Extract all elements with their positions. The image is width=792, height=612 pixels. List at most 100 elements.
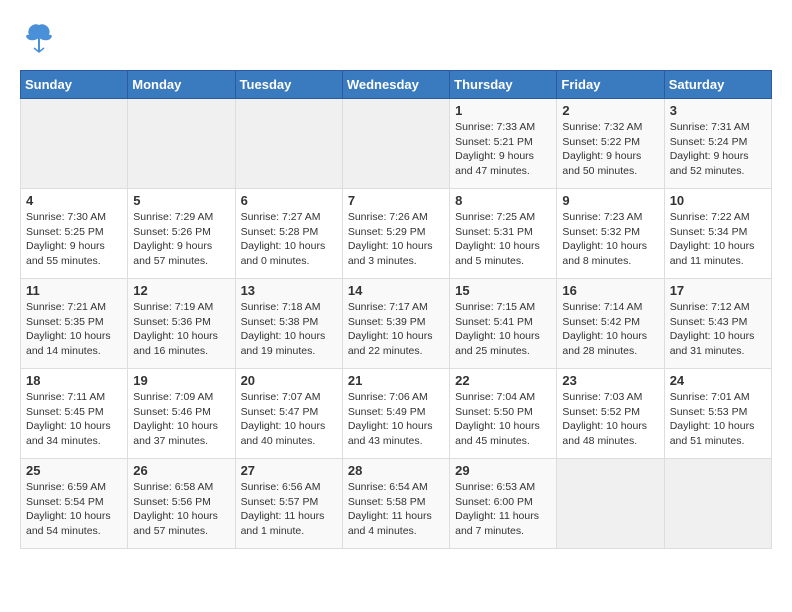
day-info: Sunrise: 7:03 AM Sunset: 5:52 PM Dayligh… — [562, 390, 658, 449]
calendar-cell — [21, 99, 128, 189]
day-number: 27 — [241, 463, 337, 478]
day-info: Sunrise: 7:27 AM Sunset: 5:28 PM Dayligh… — [241, 210, 337, 269]
calendar-cell: 22 Sunrise: 7:04 AM Sunset: 5:50 PM Dayli… — [450, 369, 557, 459]
calendar-cell: 10 Sunrise: 7:22 AM Sunset: 5:34 PM Dayli… — [664, 189, 771, 279]
calendar-cell — [128, 99, 235, 189]
day-number: 2 — [562, 103, 658, 118]
day-info: Sunrise: 7:31 AM Sunset: 5:24 PM Dayligh… — [670, 120, 766, 179]
day-info: Sunrise: 7:07 AM Sunset: 5:47 PM Dayligh… — [241, 390, 337, 449]
day-number: 16 — [562, 283, 658, 298]
column-header-sunday: Sunday — [21, 71, 128, 99]
day-number: 25 — [26, 463, 122, 478]
day-number: 11 — [26, 283, 122, 298]
calendar-cell: 2 Sunrise: 7:32 AM Sunset: 5:22 PM Daylig… — [557, 99, 664, 189]
calendar-cell: 15 Sunrise: 7:15 AM Sunset: 5:41 PM Dayli… — [450, 279, 557, 369]
day-info: Sunrise: 7:21 AM Sunset: 5:35 PM Dayligh… — [26, 300, 122, 359]
day-number: 6 — [241, 193, 337, 208]
day-info: Sunrise: 7:15 AM Sunset: 5:41 PM Dayligh… — [455, 300, 551, 359]
day-number: 1 — [455, 103, 551, 118]
calendar-cell: 3 Sunrise: 7:31 AM Sunset: 5:24 PM Daylig… — [664, 99, 771, 189]
day-info: Sunrise: 7:11 AM Sunset: 5:45 PM Dayligh… — [26, 390, 122, 449]
logo — [20, 20, 54, 60]
calendar-cell: 18 Sunrise: 7:11 AM Sunset: 5:45 PM Dayli… — [21, 369, 128, 459]
calendar-week-row: 11 Sunrise: 7:21 AM Sunset: 5:35 PM Dayli… — [21, 279, 772, 369]
day-info: Sunrise: 7:12 AM Sunset: 5:43 PM Dayligh… — [670, 300, 766, 359]
calendar-cell — [664, 459, 771, 549]
calendar-cell: 14 Sunrise: 7:17 AM Sunset: 5:39 PM Dayli… — [342, 279, 449, 369]
page-header — [20, 20, 772, 60]
day-number: 13 — [241, 283, 337, 298]
calendar-week-row: 25Sunrise: 6:59 AM Sunset: 5:54 PM Dayli… — [21, 459, 772, 549]
column-header-friday: Friday — [557, 71, 664, 99]
day-info: Sunrise: 7:25 AM Sunset: 5:31 PM Dayligh… — [455, 210, 551, 269]
calendar-cell: 29 Sunrise: 6:53 AM Sunset: 6:00 PM Dayli… — [450, 459, 557, 549]
day-info: Sunrise: 7:01 AM Sunset: 5:53 PM Dayligh… — [670, 390, 766, 449]
calendar-cell: 5Sunrise: 7:29 AM Sunset: 5:26 PM Daylig… — [128, 189, 235, 279]
day-info: Sunrise: 7:04 AM Sunset: 5:50 PM Dayligh… — [455, 390, 551, 449]
day-number: 28 — [348, 463, 444, 478]
calendar-cell: 23 Sunrise: 7:03 AM Sunset: 5:52 PM Dayli… — [557, 369, 664, 459]
calendar-cell: 27 Sunrise: 6:56 AM Sunset: 5:57 PM Dayli… — [235, 459, 342, 549]
day-number: 3 — [670, 103, 766, 118]
calendar-cell: 20 Sunrise: 7:07 AM Sunset: 5:47 PM Dayli… — [235, 369, 342, 459]
calendar-cell: 16Sunrise: 7:14 AM Sunset: 5:42 PM Dayli… — [557, 279, 664, 369]
column-header-monday: Monday — [128, 71, 235, 99]
day-info: Sunrise: 7:18 AM Sunset: 5:38 PM Dayligh… — [241, 300, 337, 359]
calendar-cell: 24 Sunrise: 7:01 AM Sunset: 5:53 PM Dayli… — [664, 369, 771, 459]
day-number: 5 — [133, 193, 229, 208]
day-info: Sunrise: 7:17 AM Sunset: 5:39 PM Dayligh… — [348, 300, 444, 359]
day-number: 8 — [455, 193, 551, 208]
calendar-cell: 1Sunrise: 7:33 AM Sunset: 5:21 PM Daylig… — [450, 99, 557, 189]
calendar-week-row: 1Sunrise: 7:33 AM Sunset: 5:21 PM Daylig… — [21, 99, 772, 189]
calendar-cell: 28 Sunrise: 6:54 AM Sunset: 5:58 PM Dayli… — [342, 459, 449, 549]
calendar-cell: 8 Sunrise: 7:25 AM Sunset: 5:31 PM Daylig… — [450, 189, 557, 279]
day-info: Sunrise: 6:53 AM Sunset: 6:00 PM Dayligh… — [455, 480, 551, 539]
day-number: 20 — [241, 373, 337, 388]
day-info: Sunrise: 7:32 AM Sunset: 5:22 PM Dayligh… — [562, 120, 658, 179]
calendar-cell — [235, 99, 342, 189]
day-number: 14 — [348, 283, 444, 298]
calendar-header-row: SundayMondayTuesdayWednesdayThursdayFrid… — [21, 71, 772, 99]
day-info: Sunrise: 7:09 AM Sunset: 5:46 PM Dayligh… — [133, 390, 229, 449]
day-number: 18 — [26, 373, 122, 388]
day-number: 15 — [455, 283, 551, 298]
column-header-wednesday: Wednesday — [342, 71, 449, 99]
day-info: Sunrise: 6:58 AM Sunset: 5:56 PM Dayligh… — [133, 480, 229, 539]
column-header-thursday: Thursday — [450, 71, 557, 99]
logo-bird-icon — [24, 20, 54, 60]
column-header-saturday: Saturday — [664, 71, 771, 99]
day-info: Sunrise: 7:06 AM Sunset: 5:49 PM Dayligh… — [348, 390, 444, 449]
day-number: 21 — [348, 373, 444, 388]
calendar-cell: 12 Sunrise: 7:19 AM Sunset: 5:36 PM Dayli… — [128, 279, 235, 369]
calendar-cell: 19 Sunrise: 7:09 AM Sunset: 5:46 PM Dayli… — [128, 369, 235, 459]
day-number: 29 — [455, 463, 551, 478]
day-info: Sunrise: 7:26 AM Sunset: 5:29 PM Dayligh… — [348, 210, 444, 269]
day-info: Sunrise: 7:22 AM Sunset: 5:34 PM Dayligh… — [670, 210, 766, 269]
day-info: Sunrise: 6:56 AM Sunset: 5:57 PM Dayligh… — [241, 480, 337, 539]
calendar-cell: 11 Sunrise: 7:21 AM Sunset: 5:35 PM Dayli… — [21, 279, 128, 369]
calendar-cell: 4 Sunrise: 7:30 AM Sunset: 5:25 PM Daylig… — [21, 189, 128, 279]
calendar-cell — [557, 459, 664, 549]
day-number: 10 — [670, 193, 766, 208]
day-number: 9 — [562, 193, 658, 208]
day-number: 4 — [26, 193, 122, 208]
day-number: 22 — [455, 373, 551, 388]
column-header-tuesday: Tuesday — [235, 71, 342, 99]
day-info: Sunrise: 6:54 AM Sunset: 5:58 PM Dayligh… — [348, 480, 444, 539]
day-info: Sunrise: 7:19 AM Sunset: 5:36 PM Dayligh… — [133, 300, 229, 359]
calendar-cell: 26Sunrise: 6:58 AM Sunset: 5:56 PM Dayli… — [128, 459, 235, 549]
calendar-cell: 17Sunrise: 7:12 AM Sunset: 5:43 PM Dayli… — [664, 279, 771, 369]
day-number: 7 — [348, 193, 444, 208]
day-info: Sunrise: 7:23 AM Sunset: 5:32 PM Dayligh… — [562, 210, 658, 269]
day-number: 12 — [133, 283, 229, 298]
calendar-cell: 21 Sunrise: 7:06 AM Sunset: 5:49 PM Dayli… — [342, 369, 449, 459]
day-number: 24 — [670, 373, 766, 388]
day-number: 19 — [133, 373, 229, 388]
day-info: Sunrise: 7:30 AM Sunset: 5:25 PM Dayligh… — [26, 210, 122, 269]
calendar-cell: 7 Sunrise: 7:26 AM Sunset: 5:29 PM Daylig… — [342, 189, 449, 279]
calendar-week-row: 18 Sunrise: 7:11 AM Sunset: 5:45 PM Dayli… — [21, 369, 772, 459]
calendar-table: SundayMondayTuesdayWednesdayThursdayFrid… — [20, 70, 772, 549]
day-number: 23 — [562, 373, 658, 388]
calendar-cell: 9 Sunrise: 7:23 AM Sunset: 5:32 PM Daylig… — [557, 189, 664, 279]
calendar-cell — [342, 99, 449, 189]
